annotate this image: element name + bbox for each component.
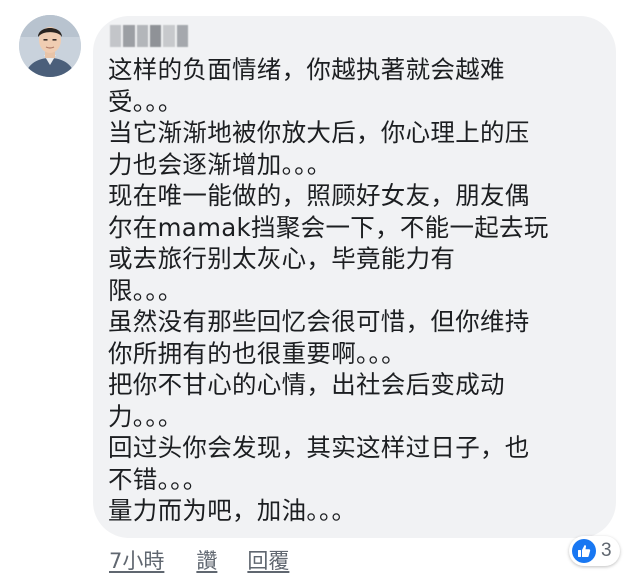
comment-line: 回过头你会发现，其实这样过日子，也 [108,433,530,462]
comment-line: 力也会逐渐增加。。。 [108,149,332,179]
comment-line: 现在唯一能做的，照顾好女友，朋友偶 [108,181,530,210]
reaction-count: 3 [601,540,612,561]
comment-line: 尔在mamak挡聚会一下，不能一起去玩 [108,212,549,242]
author-name-redacted[interactable] [110,25,188,47]
comment-line: 受。。。 [108,86,183,116]
comment-line: 当它渐渐地被你放大后，你心理上的压 [108,118,530,147]
comment-line: 把你不甘心的心情，出社会后变成动 [108,370,505,399]
comment-text: 这样的负面情绪，你越执著就会越难 受。。。 当它渐渐地被你放大后，你心理上的压 … [108,54,608,527]
comment-line: 你所拥有的也很重要啊。。。 [108,338,406,368]
reply-button[interactable]: 回覆 [247,545,289,575]
comment-line: 限。。。 [108,275,183,305]
comment-line: 这样的负面情绪，你越执著就会越难 [108,55,505,84]
avatar[interactable] [19,15,81,77]
reaction-summary[interactable]: 3 [569,536,620,566]
timestamp-link[interactable]: 7小時 [109,545,164,575]
comment-line: 量力而为吧，加油。。。 [108,496,357,525]
comment-bubble: 这样的负面情绪，你越执著就会越难 受。。。 当它渐渐地被你放大后，你心理上的压 … [93,16,616,538]
like-button[interactable]: 讚 [196,545,217,575]
comment-line: 虽然没有那些回忆会很可惜，但你维持 [108,307,530,336]
thumbs-up-icon [572,539,596,563]
comment-actions: 7小時 讚 回覆 [109,545,289,575]
comment-line: 力。。。 [108,401,183,431]
comment-line: 或去旅行别太灰心，毕竟能力有 [108,244,456,273]
comment-line: 不错。。。 [108,464,208,494]
